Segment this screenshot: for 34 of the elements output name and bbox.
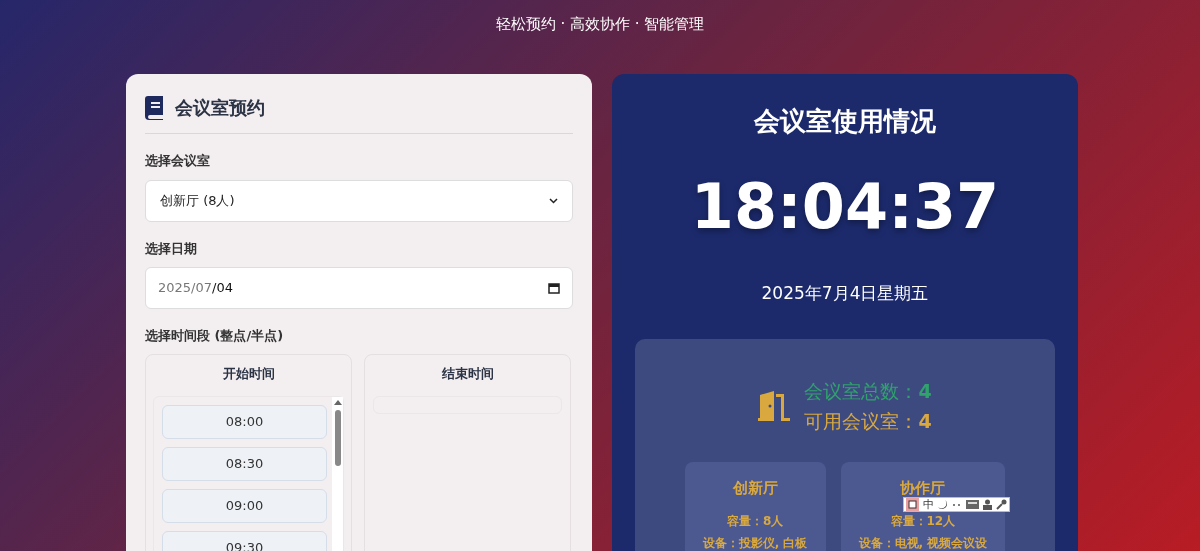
time-slot[interactable]: 08:30 <box>162 447 327 481</box>
wrench-icon[interactable] <box>996 499 1007 510</box>
room-select[interactable]: 创新厅 (8人) <box>145 179 573 222</box>
person-icon[interactable] <box>983 499 992 510</box>
ime-mode[interactable]: 中 <box>923 498 934 511</box>
keyboard-icon[interactable] <box>966 500 979 509</box>
subtitle: 轻松预约 · 高效协作 · 智能管理 <box>495 14 705 34</box>
start-time-title: 开始时间 <box>222 364 275 383</box>
room-name: 创新厅 <box>732 477 778 499</box>
chevron-icon <box>549 197 558 204</box>
date-label: 选择日期 <box>145 239 197 258</box>
available-rooms: 可用会议室：4 <box>804 409 932 434</box>
moon-icon[interactable] <box>938 499 948 510</box>
total-rooms: 会议室总数：4 <box>804 378 932 404</box>
current-date: 2025年7月4日星期五 <box>761 282 929 305</box>
time-label: 选择时间段 (整点/半点) <box>145 327 284 345</box>
booking-title: 会议室预约 <box>175 96 265 120</box>
status-title: 会议室使用情况 <box>754 105 936 138</box>
room-capacity: 容量：12人 <box>890 513 956 530</box>
scroll-up-icon[interactable] <box>333 400 342 405</box>
room-equipment: 设备：电视, 视频会议设 <box>858 535 988 551</box>
date-field[interactable]: 2025/07/04 <box>145 267 573 309</box>
clock: 18:04:37 <box>690 171 1000 243</box>
calendar-icon <box>548 282 560 294</box>
end-time-title: 结束时间 <box>441 364 494 383</box>
punctuation-icon[interactable] <box>952 501 962 508</box>
book-icon <box>145 95 165 120</box>
door-icon <box>758 391 791 421</box>
time-slot[interactable]: 08:00 <box>162 405 327 439</box>
room-capacity: 容量：8人 <box>726 513 784 530</box>
room-name: 协作厅 <box>900 477 946 499</box>
room-equipment: 设备：投影仪, 白板 <box>702 535 808 551</box>
room-label: 选择会议室 <box>145 152 210 170</box>
time-slot[interactable]: 09:00 <box>162 489 327 523</box>
